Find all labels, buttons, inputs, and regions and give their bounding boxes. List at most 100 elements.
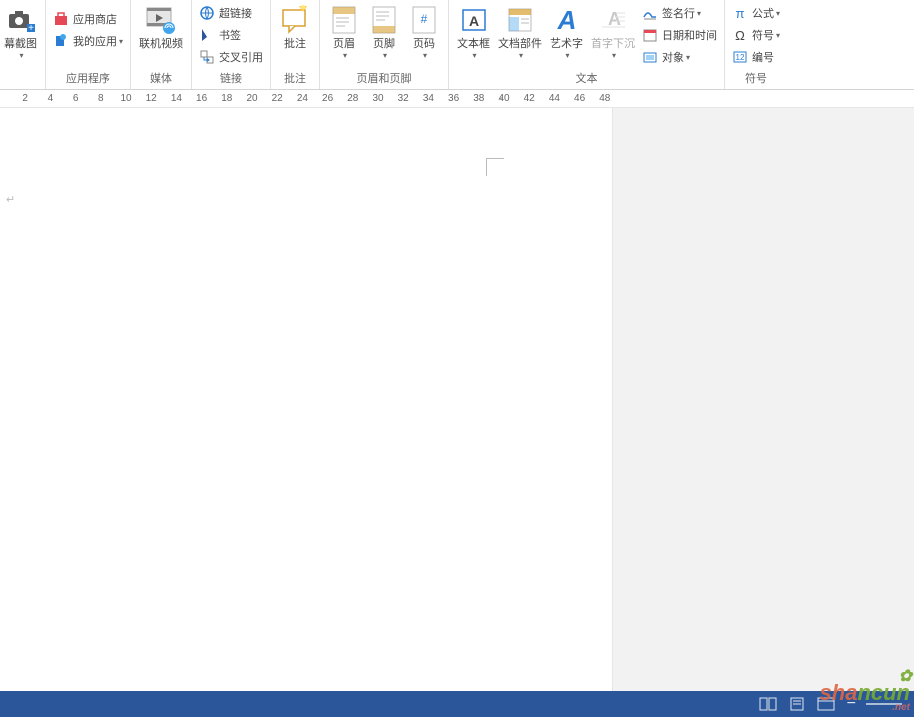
document-area: ↵	[0, 108, 914, 691]
symbol-button[interactable]: Ω 符号 ▾	[729, 24, 783, 46]
zoom-slider[interactable]	[866, 703, 902, 705]
header-label: 页眉	[333, 38, 355, 51]
header-icon	[328, 4, 360, 36]
footer-button[interactable]: 页脚 ▾	[364, 2, 404, 62]
chevron-down-icon: ▾	[19, 51, 23, 60]
screenshot-label: 幕截图	[4, 38, 37, 51]
chevron-down-icon: ▾	[383, 51, 387, 60]
ruler-tick-label: 32	[398, 93, 409, 104]
screenshot-button[interactable]: + 幕截图 ▾	[0, 2, 41, 62]
ruler-tick-label: 36	[448, 93, 459, 104]
signature-icon	[642, 5, 658, 21]
print-view-button[interactable]	[789, 697, 805, 711]
svg-text:A: A	[556, 5, 576, 35]
apps-group-label: 应用程序	[66, 68, 110, 89]
ruler-tick-label: 8	[98, 93, 104, 104]
camera-icon: +	[5, 4, 37, 36]
footer-label: 页脚	[373, 38, 395, 51]
object-icon	[642, 49, 658, 65]
signature-label: 签名行	[662, 5, 695, 21]
wordart-button[interactable]: A 艺术字 ▾	[546, 2, 587, 62]
ruler-tick-label: 12	[146, 93, 157, 104]
object-button[interactable]: 对象 ▾	[639, 46, 720, 68]
comments-group-label: 批注	[284, 68, 306, 89]
symbol-icon: Ω	[732, 27, 748, 43]
my-apps-label: 我的应用	[73, 33, 117, 49]
document-page[interactable]: ↵	[0, 108, 612, 691]
docparts-button[interactable]: 文档部件 ▾	[494, 2, 546, 62]
signature-button[interactable]: 签名行 ▾	[639, 2, 720, 24]
svg-text:Ω: Ω	[735, 28, 745, 43]
dropcap-button[interactable]: A 首字下沉 ▾	[587, 2, 639, 62]
ruler-tick-label: 26	[322, 93, 333, 104]
ruler-tick-label: 30	[372, 93, 383, 104]
datetime-icon	[642, 27, 658, 43]
equation-label: 公式	[752, 5, 774, 21]
number-button[interactable]: 12 编号	[729, 46, 783, 68]
header-button[interactable]: 页眉 ▾	[324, 2, 364, 62]
textbox-label: 文本框	[457, 38, 490, 51]
dropcap-label: 首字下沉	[591, 38, 635, 51]
hyperlink-label: 超链接	[219, 5, 252, 21]
chevron-down-icon: ▾	[519, 51, 523, 60]
bookmark-icon	[199, 27, 215, 43]
headerfooter-group-label: 页眉和页脚	[357, 68, 412, 89]
ruler-tick-label: 10	[120, 93, 131, 104]
ruler-bar: 2468101214161820222426283032343638404244…	[0, 90, 914, 108]
ruler-tick-label: 6	[73, 93, 79, 104]
ruler-tick-label: 34	[423, 93, 434, 104]
page-corner-marker	[486, 158, 504, 176]
hyperlink-button[interactable]: 超链接	[196, 2, 266, 24]
page-background	[612, 108, 914, 691]
ruler-tick-label: 48	[599, 93, 610, 104]
pagenum-label: 页码	[413, 38, 435, 51]
links-group-label: 链接	[220, 68, 242, 89]
comment-label: 批注	[284, 38, 306, 51]
myapps-icon	[53, 33, 69, 49]
zoom-out-button[interactable]: −	[847, 695, 856, 713]
crossref-icon	[199, 49, 215, 65]
datetime-button[interactable]: 日期和时间	[639, 24, 720, 46]
svg-text:+: +	[28, 23, 34, 34]
pagenum-button[interactable]: # 页码 ▾	[404, 2, 444, 62]
svg-text:#: #	[421, 12, 428, 26]
ruler-tick-label: 4	[48, 93, 54, 104]
my-apps-button[interactable]: 我的应用 ▾	[50, 30, 126, 52]
bookmark-button[interactable]: 书签	[196, 24, 266, 46]
equation-icon: π	[732, 5, 748, 21]
ruler-tick-label: 44	[549, 93, 560, 104]
textbox-button[interactable]: A 文本框 ▾	[453, 2, 494, 62]
ruler-tick-label: 42	[524, 93, 535, 104]
paragraph-mark-icon: ↵	[6, 193, 15, 206]
chevron-down-icon: ▾	[776, 9, 780, 18]
datetime-label: 日期和时间	[662, 27, 717, 43]
status-bar: −	[0, 691, 914, 717]
web-view-button[interactable]	[817, 697, 835, 711]
read-view-button[interactable]	[759, 697, 777, 711]
symbols-group-label: 符号	[745, 68, 767, 89]
chevron-down-icon: ▾	[423, 51, 427, 60]
chevron-down-icon: ▾	[566, 51, 570, 60]
crossref-button[interactable]: 交叉引用	[196, 46, 266, 68]
svg-text:A: A	[608, 9, 621, 29]
ruler-tick-label: 2	[22, 93, 28, 104]
chevron-down-icon: ▾	[612, 51, 616, 60]
ruler-tick-label: 46	[574, 93, 585, 104]
store-icon	[53, 11, 69, 27]
horizontal-ruler[interactable]: 2468101214161820222426283032343638404244…	[0, 89, 914, 107]
comment-button[interactable]: 批注	[275, 2, 315, 53]
svg-text:A: A	[468, 13, 478, 29]
hyperlink-icon	[199, 5, 215, 21]
number-icon: 12	[732, 49, 748, 65]
number-label: 编号	[752, 49, 774, 65]
app-store-button[interactable]: 应用商店	[50, 8, 126, 30]
online-video-button[interactable]: 联机视频	[135, 2, 187, 53]
ruler-tick-label: 14	[171, 93, 182, 104]
comment-icon	[279, 4, 311, 36]
pagenum-icon: #	[408, 4, 440, 36]
equation-button[interactable]: π 公式 ▾	[729, 2, 783, 24]
chevron-down-icon: ▾	[697, 9, 701, 18]
ruler-tick-label: 24	[297, 93, 308, 104]
ruler-tick-label: 22	[272, 93, 283, 104]
ruler-tick-label: 38	[473, 93, 484, 104]
